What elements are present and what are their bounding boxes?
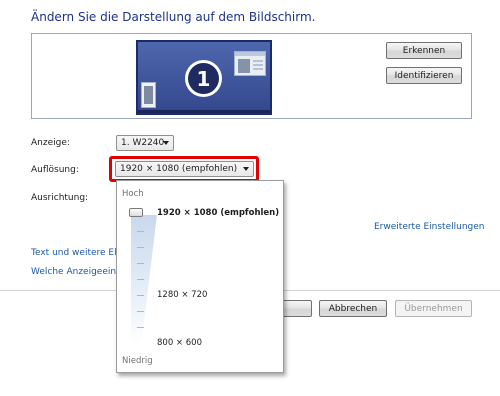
window-thumbnail-icon bbox=[141, 82, 156, 108]
display-label: Anzeige: bbox=[31, 138, 70, 148]
chevron-down-icon bbox=[163, 141, 169, 145]
identify-button[interactable]: Identifizieren bbox=[386, 67, 462, 84]
window-thumbnail-icon bbox=[234, 51, 266, 76]
slider-tick bbox=[137, 327, 144, 328]
resolution-slider-thumb[interactable] bbox=[129, 208, 143, 217]
resolution-option[interactable]: 1920 × 1080 (empfohlen) bbox=[157, 208, 279, 218]
slider-low-label: Niedrig bbox=[122, 356, 153, 366]
chevron-down-icon bbox=[243, 167, 249, 171]
resolution-option[interactable]: 800 × 600 bbox=[157, 338, 202, 348]
slider-tick bbox=[137, 231, 144, 232]
advanced-settings-link[interactable]: Erweiterte Einstellungen bbox=[374, 222, 485, 232]
display-preview: 1 Erkennen Identifizieren bbox=[31, 33, 472, 119]
slider-tick bbox=[137, 247, 144, 248]
cancel-button[interactable]: Abbrechen bbox=[319, 300, 387, 317]
slider-high-label: Hoch bbox=[122, 189, 144, 199]
resolution-option[interactable]: 1280 × 720 bbox=[157, 290, 207, 300]
taskbar bbox=[138, 110, 270, 113]
detect-button[interactable]: Erkennen bbox=[386, 42, 462, 59]
resolution-select-value: 1920 × 1080 (empfohlen) bbox=[120, 164, 238, 174]
resolution-slider-track[interactable] bbox=[131, 215, 157, 343]
monitor-1[interactable]: 1 bbox=[136, 40, 272, 115]
display-select[interactable]: 1. W2240 bbox=[116, 135, 174, 151]
slider-tick bbox=[137, 311, 144, 312]
text-size-link[interactable]: Text und weitere Elen bbox=[31, 248, 128, 258]
display-select-value: 1. W2240 bbox=[121, 138, 165, 148]
resolution-dropdown: Hoch 1920 × 1080 (empfohlen) 1280 × 720 … bbox=[116, 180, 284, 373]
slider-tick bbox=[137, 295, 144, 296]
monitor-number: 1 bbox=[188, 63, 219, 94]
resolution-select[interactable]: 1920 × 1080 (empfohlen) bbox=[115, 161, 254, 177]
orientation-label: Ausrichtung: bbox=[31, 193, 89, 203]
apply-button[interactable]: Übernehmen bbox=[395, 300, 472, 317]
slider-tick bbox=[137, 279, 144, 280]
monitor-number-badge: 1 bbox=[185, 60, 222, 97]
resolution-label: Auflösung: bbox=[31, 165, 79, 175]
page-title: Ändern Sie die Darstellung auf dem Bilds… bbox=[31, 10, 316, 24]
which-settings-link[interactable]: Welche Anzeigeeinst bbox=[31, 267, 124, 277]
slider-tick bbox=[137, 263, 144, 264]
